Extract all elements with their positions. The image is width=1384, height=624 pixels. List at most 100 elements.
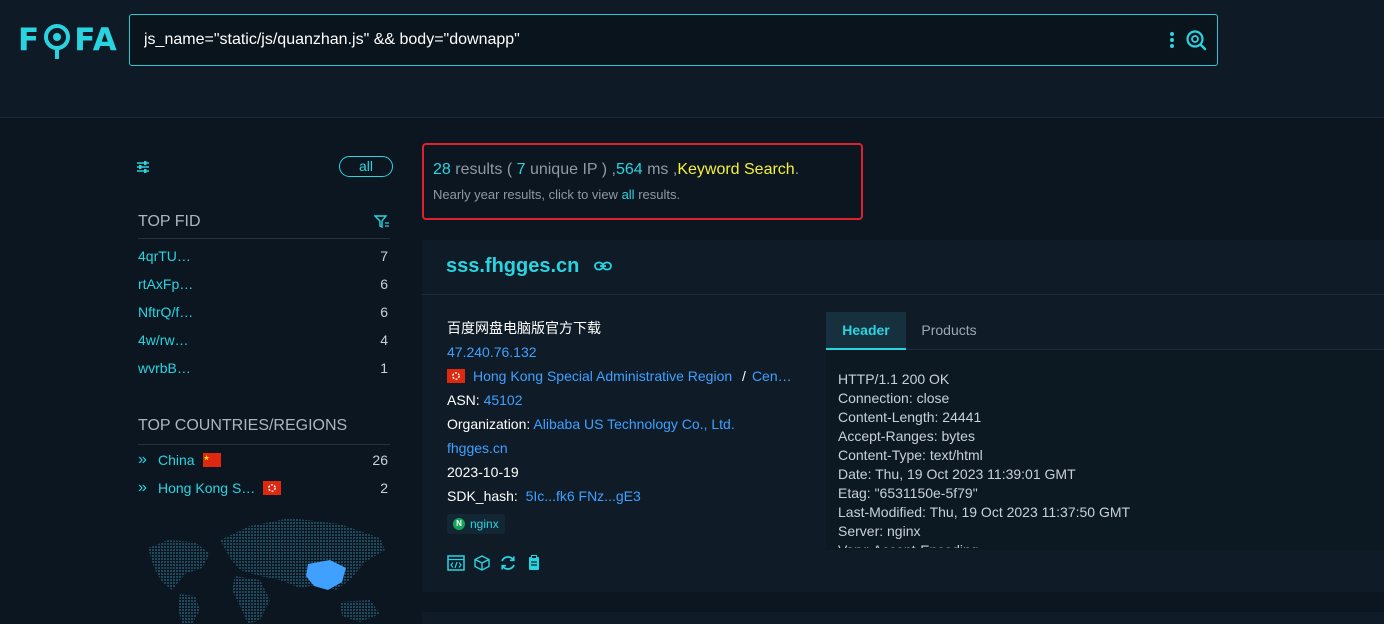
note-prefix: Nearly year results, click to view bbox=[433, 187, 622, 202]
unique-ip-count: 7 bbox=[516, 161, 526, 178]
http-header-panel[interactable]: HTTP/1.1 200 OK Connection: close Content-… bbox=[826, 350, 1384, 550]
http-header-line: Date: Thu, 19 Oct 2023 11:39:01 GMT bbox=[838, 466, 1076, 482]
http-header-line: Etag: "6531150e-5f79" bbox=[838, 485, 978, 501]
fid-label[interactable]: 4w/rw… bbox=[138, 332, 189, 348]
query-time: 564 bbox=[615, 161, 643, 178]
result-card: sss.fhgges.cn 百度网盘电脑版官方下载 47.240.76.132 … bbox=[422, 240, 1384, 592]
fid-count: 6 bbox=[380, 304, 388, 320]
asn-label: ASN: bbox=[447, 392, 480, 408]
link-icon[interactable] bbox=[594, 261, 612, 271]
logo-target-icon bbox=[42, 20, 72, 60]
results-note: Nearly year results, click to view all r… bbox=[433, 187, 861, 202]
top-fid-list: 4qrTU… 7 rtAxFp… 6 NftrQ/f… 6 4w/rw… 4 wvrbB… bbox=[138, 242, 390, 382]
double-chevron-right-icon: » bbox=[138, 451, 147, 468]
fid-item[interactable]: 4qrTU… 7 bbox=[138, 242, 390, 270]
fid-item[interactable]: NftrQ/f… 6 bbox=[138, 298, 390, 326]
logo-letters-fa: FA bbox=[74, 22, 118, 58]
region-separator: / bbox=[742, 368, 746, 384]
results-count-line: 28 results ( 7 unique IP ) ,564 ms ,Keyw… bbox=[433, 161, 861, 179]
double-chevron-right-icon: » bbox=[138, 479, 147, 496]
search-input[interactable] bbox=[144, 15, 1144, 65]
result-host-link[interactable]: sss.fhgges.cn bbox=[446, 255, 579, 278]
country-label[interactable]: China bbox=[158, 452, 195, 468]
product-tag-label: nginx bbox=[470, 517, 499, 531]
top-countries-title: TOP COUNTRIES/REGIONS bbox=[138, 417, 348, 434]
country-item-hong-kong[interactable]: » Hong Kong S… 2 bbox=[138, 474, 390, 502]
http-header-line: Content-Length: 24441 bbox=[838, 409, 982, 425]
result-date: 2023-10-19 bbox=[447, 464, 519, 480]
organization-row: Organization: Alibaba US Technology Co.,… bbox=[447, 412, 807, 436]
top-bar: F FA bbox=[0, 0, 1384, 118]
result-actions bbox=[447, 554, 543, 572]
organization-label: Organization: bbox=[447, 416, 531, 432]
asn-link[interactable]: 45102 bbox=[484, 392, 523, 408]
results-summary: 28 results ( 7 unique IP ) ,564 ms ,Keyw… bbox=[422, 143, 863, 220]
tab-header[interactable]: Header bbox=[826, 312, 906, 350]
fid-label[interactable]: rtAxFp… bbox=[138, 276, 193, 292]
http-header-text: HTTP/1.1 200 OK Connection: close Content-… bbox=[838, 370, 1368, 548]
view-all-link[interactable]: all bbox=[622, 187, 635, 202]
fid-item[interactable]: 4w/rw… 4 bbox=[138, 326, 390, 354]
country-label[interactable]: Hong Kong S… bbox=[158, 480, 255, 496]
ms-word: ms , bbox=[642, 161, 678, 178]
world-map[interactable] bbox=[140, 510, 390, 624]
china-flag-icon bbox=[202, 453, 221, 467]
fid-label[interactable]: 4qrTU… bbox=[138, 248, 191, 264]
result-info: 百度网盘电脑版官方下载 47.240.76.132 Hong Kong Spec… bbox=[447, 316, 807, 534]
divider bbox=[138, 444, 390, 445]
http-header-line: Content-Type: text/html bbox=[838, 447, 983, 463]
domain-row: fhgges.cn bbox=[447, 436, 807, 460]
ip-row: 47.240.76.132 bbox=[447, 340, 807, 364]
fofa-logo[interactable]: F FA bbox=[18, 20, 118, 60]
result-card-header: sss.fhgges.cn bbox=[422, 240, 1384, 295]
http-header-line: HTTP/1.1 200 OK bbox=[838, 371, 950, 387]
refresh-icon[interactable] bbox=[499, 554, 517, 572]
fid-item[interactable]: rtAxFp… 6 bbox=[138, 270, 390, 298]
domain-link[interactable]: fhgges.cn bbox=[447, 440, 508, 456]
search-bar bbox=[129, 14, 1218, 66]
asn-row: ASN: 45102 bbox=[447, 388, 807, 412]
code-view-icon[interactable] bbox=[447, 554, 465, 572]
detail-tabs: Header Products bbox=[826, 312, 1384, 350]
fid-label[interactable]: wvrbB… bbox=[138, 360, 191, 376]
sdk-hash-link[interactable]: 5Ic...fk6 FNz...gE3 bbox=[526, 488, 641, 504]
fid-label[interactable]: NftrQ/f… bbox=[138, 304, 193, 320]
results-count: 28 bbox=[433, 161, 451, 178]
search-icon[interactable] bbox=[1185, 29, 1207, 51]
hong-kong-flag-icon bbox=[263, 481, 282, 495]
period: . bbox=[794, 161, 800, 178]
top-fid-title: TOP FID bbox=[138, 213, 201, 230]
results-word: results ( bbox=[450, 161, 513, 178]
page-title: 百度网盘电脑版官方下载 bbox=[447, 320, 601, 336]
country-item-china[interactable]: » China 26 bbox=[138, 446, 390, 474]
keyword-search-label: Keyword Search bbox=[677, 161, 795, 178]
country-count: 2 bbox=[380, 480, 388, 496]
location-row: Hong Kong Special Administrative Region … bbox=[447, 364, 807, 388]
funnel-icon[interactable] bbox=[374, 215, 390, 229]
nginx-icon: N bbox=[453, 518, 465, 530]
city-link[interactable]: Cen… bbox=[752, 368, 792, 384]
hong-kong-flag-icon bbox=[447, 369, 465, 383]
fid-count: 4 bbox=[380, 332, 388, 348]
clipboard-icon[interactable] bbox=[525, 554, 543, 572]
unique-ip-word: unique IP ) , bbox=[525, 161, 616, 178]
fid-count: 6 bbox=[380, 276, 388, 292]
product-tag-nginx[interactable]: Nnginx bbox=[447, 514, 505, 534]
http-header-line: Connection: close bbox=[838, 390, 950, 406]
cube-icon[interactable] bbox=[473, 554, 491, 572]
region-link[interactable]: Hong Kong Special Administrative Region bbox=[473, 368, 732, 384]
top-countries-list: » China 26 » Hong Kong S… 2 bbox=[138, 446, 390, 502]
all-filter-button[interactable]: all bbox=[339, 156, 393, 177]
tab-products[interactable]: Products bbox=[914, 312, 984, 350]
filter-settings-icon[interactable] bbox=[136, 160, 150, 174]
fid-count: 1 bbox=[380, 360, 388, 376]
sdk-hash-label: SDK_hash: bbox=[447, 488, 518, 504]
fid-count: 7 bbox=[380, 248, 388, 264]
more-options-icon[interactable] bbox=[1168, 30, 1176, 52]
note-suffix: results. bbox=[634, 187, 681, 202]
organization-link[interactable]: Alibaba US Technology Co., Ltd. bbox=[533, 416, 734, 432]
result-card-next bbox=[422, 612, 1384, 624]
ip-link[interactable]: 47.240.76.132 bbox=[447, 344, 537, 360]
fid-item[interactable]: wvrbB… 1 bbox=[138, 354, 390, 382]
country-count: 26 bbox=[372, 452, 388, 468]
